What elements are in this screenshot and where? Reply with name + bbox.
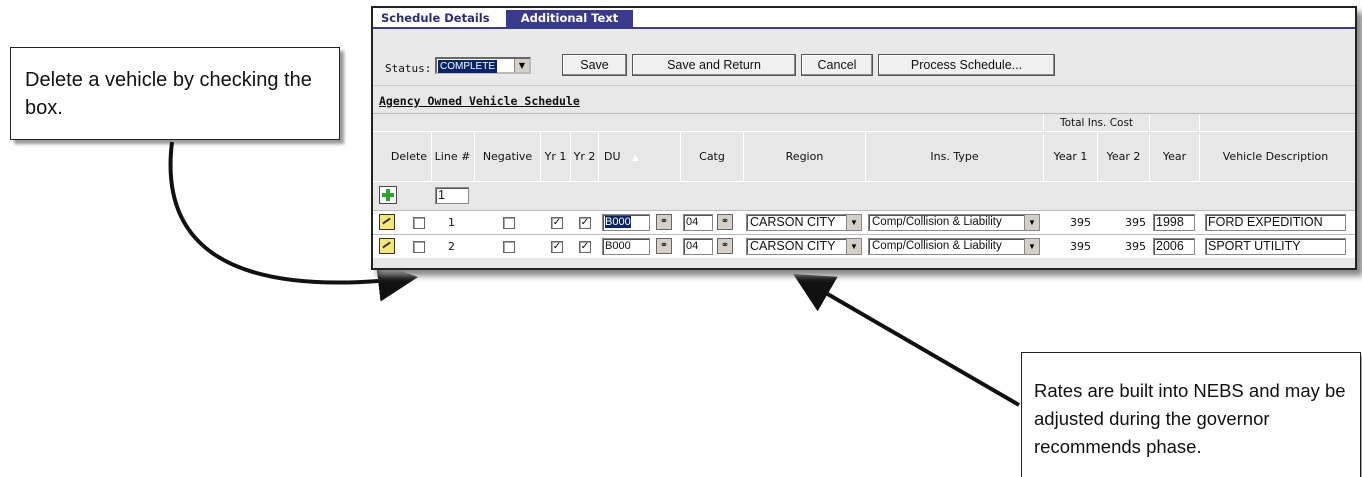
save-button[interactable]: Save bbox=[562, 54, 627, 76]
col-vehicle-description: Vehicle Description bbox=[1199, 132, 1351, 182]
negative-checkbox[interactable] bbox=[503, 241, 515, 253]
col-yr2: Yr 2 bbox=[570, 132, 598, 182]
year-input[interactable]: 2006 bbox=[1153, 238, 1195, 255]
chevron-down-icon: ▼ bbox=[846, 215, 861, 230]
yr1-checkbox[interactable]: ✓ bbox=[551, 217, 563, 229]
status-label: Status: bbox=[385, 62, 432, 75]
yr2-checkbox[interactable]: ✓ bbox=[579, 241, 591, 253]
group-header-divider bbox=[1149, 114, 1150, 132]
arrow-right bbox=[793, 273, 1021, 407]
year2-cost: 395 bbox=[1125, 240, 1146, 253]
col-region: Region bbox=[743, 132, 865, 182]
status-value: COMPLETE bbox=[438, 60, 498, 73]
save-and-return-button[interactable]: Save and Return bbox=[632, 54, 796, 76]
year1-cost: 395 bbox=[1070, 216, 1091, 229]
binoculars-icon[interactable]: ⚭ bbox=[717, 214, 733, 230]
binoculars-icon[interactable]: ⚭ bbox=[717, 238, 733, 254]
du-input[interactable]: B000 bbox=[602, 238, 650, 255]
col-line: Line # bbox=[431, 132, 473, 182]
col-delete: Delete bbox=[390, 150, 428, 163]
process-schedule-button[interactable]: Process Schedule... bbox=[878, 54, 1055, 76]
yr1-checkbox[interactable]: ✓ bbox=[551, 241, 563, 253]
catg-input[interactable]: 04 bbox=[683, 238, 713, 255]
tab-schedule-details[interactable]: Schedule Details bbox=[375, 10, 496, 27]
sort-arrow-icon: ▲ bbox=[632, 153, 639, 163]
yr2-checkbox[interactable]: ✓ bbox=[579, 217, 591, 229]
year-input[interactable]: 1998 bbox=[1153, 214, 1195, 231]
line-number: 2 bbox=[448, 240, 455, 253]
col-ins-type: Ins. Type bbox=[865, 132, 1043, 182]
region-select[interactable]: CARSON CITY ▼ bbox=[746, 238, 862, 255]
section-title: Agency Owned Vehicle Schedule bbox=[379, 94, 580, 108]
ins-type-value: Comp/Collision & Liability bbox=[872, 216, 1002, 228]
tab-additional-text[interactable]: Additional Text bbox=[506, 10, 633, 27]
callout-delete-vehicle: Delete a vehicle by checking the box. bbox=[10, 47, 340, 140]
edit-icon[interactable] bbox=[379, 214, 395, 230]
callout-rates: Rates are built into NEBS and may be adj… bbox=[1021, 352, 1361, 477]
ins-type-select[interactable]: Comp/Collision & Liability ▼ bbox=[868, 214, 1040, 231]
col-year: Year bbox=[1149, 132, 1199, 182]
col-du-label: DU bbox=[604, 150, 621, 163]
col-negative: Negative bbox=[474, 132, 540, 182]
region-value: CARSON CITY bbox=[750, 215, 836, 229]
col-yr1: Yr 1 bbox=[540, 132, 570, 182]
toolbar: Status: COMPLETE ▼ Save Save and Return … bbox=[373, 29, 1355, 86]
du-value: B000 bbox=[605, 216, 631, 228]
ins-type-select[interactable]: Comp/Collision & Liability ▼ bbox=[868, 238, 1040, 255]
chevron-down-icon: ▼ bbox=[846, 239, 861, 254]
line-number: 1 bbox=[448, 216, 455, 229]
chevron-down-icon: ▼ bbox=[1024, 215, 1039, 230]
col-catg: Catg bbox=[680, 132, 743, 182]
ins-type-value: Comp/Collision & Liability bbox=[872, 240, 1002, 252]
status-select[interactable]: COMPLETE ▼ bbox=[435, 57, 531, 74]
delete-checkbox[interactable] bbox=[413, 217, 425, 229]
table-row: 1 ✓ ✓ B000 ⚭ 04 ⚭ CARSON CITY ▼ Comp/Col… bbox=[373, 210, 1355, 234]
binoculars-icon[interactable]: ⚭ bbox=[656, 214, 672, 230]
table-header-row: Delete Line # Negative Yr 1 Yr 2 DU ▲ Ca… bbox=[373, 131, 1355, 182]
region-select[interactable]: CARSON CITY ▼ bbox=[746, 214, 862, 231]
chevron-down-icon: ▼ bbox=[1024, 239, 1039, 254]
col-year1: Year 1 bbox=[1043, 132, 1097, 182]
tab-bar: Schedule Details Additional Text bbox=[373, 8, 1355, 28]
group-header-total-ins-cost: Total Ins. Cost bbox=[1043, 114, 1149, 132]
add-icon[interactable] bbox=[379, 186, 397, 204]
group-header-divider bbox=[1199, 114, 1200, 132]
catg-input[interactable]: 04 bbox=[683, 214, 713, 231]
year1-cost: 395 bbox=[1070, 240, 1091, 253]
col-year2: Year 2 bbox=[1097, 132, 1149, 182]
region-value: CARSON CITY bbox=[750, 239, 836, 253]
vehicle-description-input[interactable]: FORD EXPEDITION bbox=[1205, 214, 1346, 231]
table-row: 2 ✓ ✓ B000 ⚭ 04 ⚭ CARSON CITY ▼ Comp/Col… bbox=[373, 234, 1355, 258]
du-input[interactable]: B000 bbox=[602, 214, 650, 231]
year2-cost: 395 bbox=[1125, 216, 1146, 229]
negative-checkbox[interactable] bbox=[503, 217, 515, 229]
table-group-header-row: Total Ins. Cost bbox=[373, 113, 1355, 132]
new-line-input[interactable]: 1 bbox=[435, 187, 469, 204]
vehicle-description-input[interactable]: SPORT UTILITY bbox=[1205, 238, 1346, 255]
chevron-down-icon: ▼ bbox=[514, 59, 529, 72]
add-row: 1 bbox=[373, 181, 1355, 210]
col-du[interactable]: DU ▲ bbox=[598, 132, 680, 182]
delete-checkbox[interactable] bbox=[413, 241, 425, 253]
vehicle-schedule-panel: Schedule Details Additional Text Status:… bbox=[371, 6, 1357, 270]
edit-icon[interactable] bbox=[379, 238, 395, 254]
binoculars-icon[interactable]: ⚭ bbox=[656, 238, 672, 254]
cancel-button[interactable]: Cancel bbox=[801, 54, 873, 76]
